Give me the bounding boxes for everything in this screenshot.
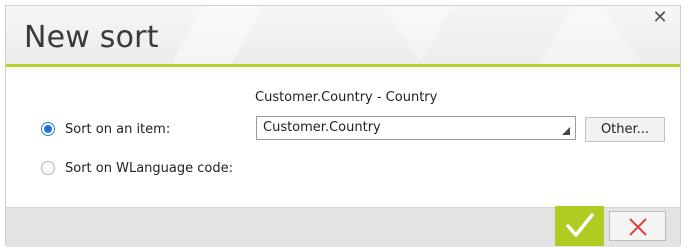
sort-on-wlanguage-label: Sort on WLanguage code:: [65, 160, 233, 176]
ok-button[interactable]: [555, 206, 604, 246]
item-select[interactable]: Customer.Country: [256, 116, 576, 140]
new-sort-dialog: New sort ✕ Customer.Country - Country So…: [5, 5, 681, 247]
cancel-button[interactable]: [609, 211, 666, 241]
item-select-value: Customer.Country: [263, 120, 381, 135]
dialog-header: New sort ✕: [6, 6, 680, 64]
checkmark-icon: [566, 213, 594, 237]
header-accent-line: [6, 64, 680, 67]
dialog-title: New sort: [24, 20, 159, 55]
item-caption: Customer.Country - Country: [255, 90, 438, 105]
sort-on-wlanguage-option[interactable]: Sort on WLanguage code:: [41, 159, 233, 177]
sort-on-wlanguage-radio[interactable]: [41, 161, 55, 175]
dropdown-arrow-icon[interactable]: [562, 127, 570, 135]
close-icon[interactable]: ✕: [650, 8, 670, 28]
header-decoration: [419, 6, 572, 64]
cross-icon: [629, 218, 647, 236]
sort-on-item-radio[interactable]: [41, 122, 55, 136]
sort-on-item-option[interactable]: Sort on an item:: [41, 120, 170, 138]
sort-on-item-label: Sort on an item:: [65, 121, 171, 137]
other-button[interactable]: Other...: [585, 117, 665, 142]
